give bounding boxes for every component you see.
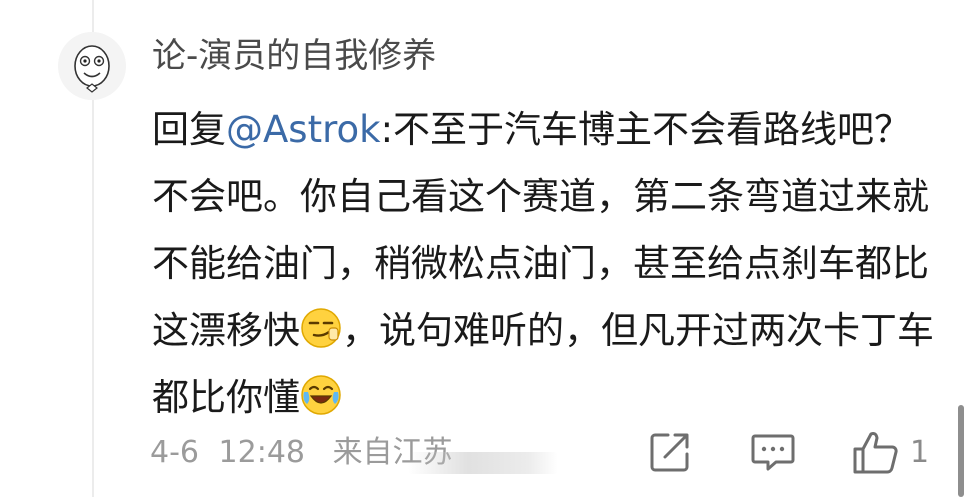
like-button[interactable]: 1 xyxy=(852,428,929,476)
scrollbar[interactable] xyxy=(958,405,964,497)
comment-icon xyxy=(751,434,795,471)
avatar[interactable] xyxy=(58,32,126,100)
laughing-crying-emoji-icon xyxy=(300,374,342,416)
smirk-emoji-icon xyxy=(300,307,342,349)
comment-username[interactable]: 论-演员的自我修养 xyxy=(152,32,436,80)
share-button[interactable] xyxy=(648,428,692,476)
thumbs-up-icon xyxy=(853,432,898,474)
avatar-face-icon xyxy=(58,32,126,100)
like-count: 1 xyxy=(910,434,930,470)
comment-button[interactable] xyxy=(750,428,796,476)
comment-date: 4-6 xyxy=(150,435,199,470)
watermark xyxy=(408,452,558,474)
share-icon xyxy=(650,433,689,472)
mention-link[interactable]: @Astrok xyxy=(226,108,381,151)
reply-prefix: 回复 xyxy=(152,108,226,151)
comment-time: 12:48 xyxy=(218,435,306,470)
comment-content: 回复@Astrok:不至于汽车博主不会看路线吧？不会吧。你自己看这个赛道，第二条… xyxy=(152,96,942,431)
